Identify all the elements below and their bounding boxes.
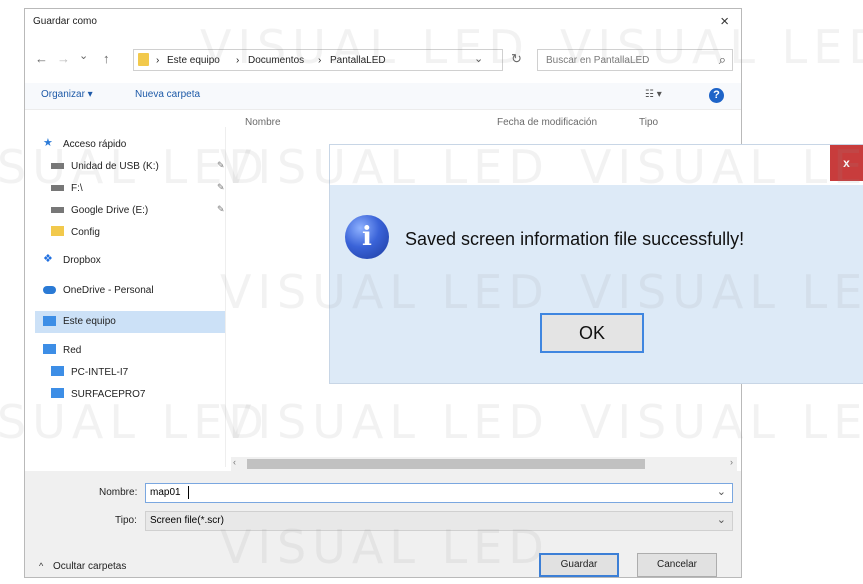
back-arrow-icon[interactable]: ←: [35, 51, 48, 66]
file-options-pane: Nombre: map01 ⌄ Tipo: Screen file(*.scr)…: [25, 471, 741, 577]
search-icon[interactable]: ⌕: [719, 52, 726, 68]
usb-drive-icon: [51, 163, 64, 169]
navigation-row: ← → ⌄ ↑ › Este equipo › Documentos › Pan…: [25, 45, 741, 75]
folder-icon: [51, 226, 64, 236]
recent-dropdown-icon[interactable]: ⌄: [79, 49, 88, 62]
drive-icon: [51, 185, 64, 191]
ok-button[interactable]: OK: [540, 313, 644, 353]
star-icon: ★: [43, 137, 53, 149]
pin-icon: ✎: [217, 160, 225, 170]
filename-input[interactable]: map01 ⌄: [145, 483, 733, 503]
column-header-modified[interactable]: Fecha de modificación: [497, 117, 597, 128]
hide-folders-toggle[interactable]: Ocultar carpetas: [53, 561, 126, 572]
filename-value: map01: [150, 487, 181, 498]
dropbox-icon: ❖: [43, 253, 53, 265]
close-button[interactable]: x: [830, 145, 863, 181]
chevron-down-icon[interactable]: ⌄: [474, 52, 483, 65]
forward-arrow-icon[interactable]: →: [57, 51, 70, 66]
column-header-name[interactable]: Nombre: [245, 117, 281, 128]
sidebar-item-este-equipo[interactable]: Este equipo: [35, 311, 225, 333]
sidebar-item-usb[interactable]: Unidad de USB (K:) ✎: [35, 157, 225, 177]
breadcrumb-item-este-equipo[interactable]: Este equipo: [167, 55, 220, 66]
computer-icon: [43, 316, 56, 326]
folder-icon: [138, 53, 149, 66]
column-header-type[interactable]: Tipo: [639, 117, 658, 128]
address-bar[interactable]: › Este equipo › Documentos › PantallaLED…: [133, 49, 503, 71]
scroll-right-icon[interactable]: ›: [730, 457, 733, 467]
sidebar-item-pc-intel[interactable]: PC-INTEL-I7: [35, 363, 225, 383]
sidebar-item-config[interactable]: Config: [35, 223, 225, 243]
navigation-pane: ★ Acceso rápido Unidad de USB (K:) ✎ F:\…: [25, 127, 226, 467]
search-input[interactable]: Buscar en PantallaLED ⌕: [537, 49, 733, 71]
breadcrumb-separator: ›: [236, 55, 240, 66]
sidebar-item-f-drive[interactable]: F:\ ✎: [35, 179, 225, 199]
cloud-icon: [43, 286, 56, 294]
network-icon: [43, 344, 56, 354]
chevron-down-icon[interactable]: ⌄: [717, 513, 726, 526]
pin-icon: ✎: [217, 204, 225, 214]
view-options-icon[interactable]: ☷ ▾: [645, 89, 662, 100]
computer-icon: [51, 388, 64, 398]
text-cursor: [188, 486, 189, 499]
computer-icon: [51, 366, 64, 376]
sidebar-item-google-drive[interactable]: Google Drive (E:) ✎: [35, 201, 225, 221]
breadcrumb-separator: ›: [318, 55, 322, 66]
drive-icon: [51, 207, 64, 213]
horizontal-scrollbar[interactable]: ‹ ›: [231, 457, 737, 471]
organize-menu-button[interactable]: Organizar ▾: [41, 89, 93, 100]
help-icon[interactable]: ?: [709, 88, 724, 103]
scrollbar-thumb[interactable]: [247, 459, 645, 469]
breadcrumb-separator: ›: [156, 55, 160, 66]
pin-icon: ✎: [217, 182, 225, 192]
sidebar-item-onedrive[interactable]: OneDrive - Personal: [35, 281, 225, 301]
message-box: x i Saved screen information file succes…: [330, 145, 863, 383]
sidebar-item-acceso-rapido[interactable]: ★ Acceso rápido: [35, 135, 225, 155]
sidebar-item-red[interactable]: Red: [35, 341, 225, 361]
sidebar-item-dropbox[interactable]: ❖ Dropbox: [35, 251, 225, 271]
search-placeholder: Buscar en PantallaLED: [546, 55, 650, 66]
refresh-icon[interactable]: ↻: [511, 51, 522, 67]
cancel-button[interactable]: Cancelar: [637, 553, 717, 577]
title-bar: Guardar como ×: [25, 9, 741, 39]
filetype-select[interactable]: Screen file(*.scr) ⌄: [145, 511, 733, 531]
command-toolbar: Organizar ▾ Nueva carpeta ☷ ▾ ?: [25, 83, 741, 110]
filetype-value: Screen file(*.scr): [150, 515, 224, 526]
scroll-left-icon[interactable]: ‹: [233, 457, 236, 467]
close-icon[interactable]: ×: [720, 13, 729, 30]
breadcrumb-item-documentos[interactable]: Documentos: [248, 55, 304, 66]
new-folder-button[interactable]: Nueva carpeta: [135, 89, 200, 100]
dialog-title: Guardar como: [33, 16, 97, 27]
breadcrumb-item-pantallaled[interactable]: PantallaLED: [330, 55, 386, 66]
up-arrow-icon[interactable]: ↑: [103, 51, 110, 66]
filename-label: Nombre:: [99, 487, 138, 498]
save-button[interactable]: Guardar: [539, 553, 619, 577]
message-box-titlebar: [330, 145, 863, 185]
sidebar-item-surfacepro7[interactable]: SURFACEPRO7: [35, 385, 225, 405]
info-icon: i: [345, 215, 389, 259]
chevron-up-icon[interactable]: ^: [39, 561, 43, 571]
filetype-label: Tipo:: [115, 515, 137, 526]
message-text: Saved screen information file successful…: [405, 229, 745, 249]
chevron-down-icon[interactable]: ⌄: [717, 485, 726, 498]
